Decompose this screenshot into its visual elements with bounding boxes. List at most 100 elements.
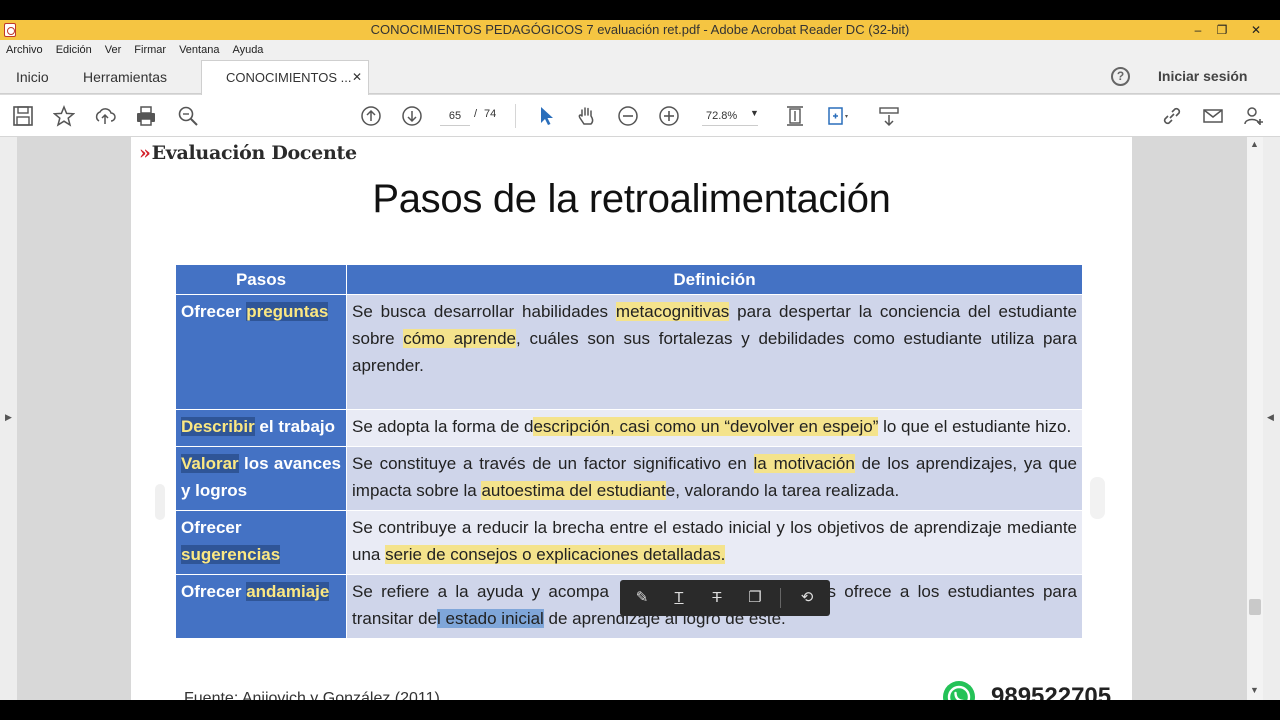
- definition-text: lo que el estudiante hizo.: [878, 417, 1072, 436]
- close-window-button[interactable]: ✕: [1242, 20, 1270, 40]
- highlighted-phrase: la motivación: [753, 454, 855, 473]
- upload-cloud-icon[interactable]: [94, 105, 116, 127]
- menu-edicion[interactable]: Edición: [56, 44, 92, 56]
- table-row: Valorar los avances y logros Se constituy…: [175, 446, 1083, 511]
- bookmark-star-icon[interactable]: [52, 105, 76, 127]
- left-panel-toggle[interactable]: ▶: [0, 137, 17, 700]
- print-icon[interactable]: [135, 105, 157, 127]
- menu-firmar[interactable]: Firmar: [134, 44, 166, 56]
- search-zoom-icon[interactable]: [177, 105, 199, 127]
- letterbox-bottom: [0, 700, 1280, 720]
- page-up-icon[interactable]: [360, 105, 382, 127]
- step-text: el trabajo: [254, 417, 336, 436]
- table-row: Ofrecer preguntas Se busca desarrollar ha…: [175, 294, 1083, 410]
- step-text: Ofrecer: [181, 582, 247, 601]
- email-icon[interactable]: [1202, 105, 1224, 127]
- definition-text: Se refiere a la ayuda y acompa: [352, 582, 609, 601]
- pdf-page[interactable]: »Evaluación Docente Pasos de la retroali…: [131, 137, 1132, 700]
- text-markup-toolbar: ✎ T T ❐ ⟲: [620, 580, 830, 616]
- menu-archivo[interactable]: Archivo: [6, 44, 43, 56]
- step-name-cell: Valorar los avances y logros: [175, 446, 347, 511]
- more-options-icon[interactable]: ⟲: [797, 588, 817, 608]
- tab-bar: Inicio Herramientas CONOCIMIENTOS ... ✕ …: [0, 60, 1280, 95]
- expand-right-icon[interactable]: ◀: [1267, 412, 1274, 423]
- highlighted-phrase: serie de consejos o explicaciones detall…: [385, 545, 726, 564]
- expand-left-icon[interactable]: ▶: [5, 412, 12, 423]
- zoom-in-icon[interactable]: [658, 105, 680, 127]
- save-icon[interactable]: [12, 105, 34, 127]
- highlight-pen-icon[interactable]: ✎: [632, 588, 652, 608]
- link-share-icon[interactable]: [1161, 105, 1183, 127]
- logo-text: Evaluación Docente: [151, 142, 357, 164]
- table-row: Describir el trabajo Se adopta la forma d…: [175, 409, 1083, 447]
- right-panel-toggle[interactable]: ◀: [1263, 137, 1280, 700]
- highlighted-phrase: autoestima del estudiant: [481, 481, 666, 500]
- definition-text: e, valorando la tarea realizada.: [665, 481, 900, 500]
- table-header-pasos: Pasos: [175, 264, 347, 295]
- select-pointer-icon[interactable]: [535, 105, 557, 127]
- step-definition-cell[interactable]: Se constituye a través de un factor sign…: [346, 446, 1083, 511]
- highlighted-phrase: escripción, casi como un “devolver en es…: [533, 417, 879, 436]
- table-row: Ofrecer sugerencias Se contribuye a reduc…: [175, 510, 1083, 575]
- page-down-icon[interactable]: [401, 105, 423, 127]
- step-keyword-highlight: Describir: [181, 417, 255, 436]
- highlighted-phrase: cómo aprende: [403, 329, 516, 348]
- page-nav-ghost-right: [1090, 477, 1105, 519]
- step-definition-cell[interactable]: Se busca desarrollar habilidades metacog…: [346, 294, 1083, 410]
- page-title: Pasos de la retroalimentación: [372, 177, 891, 221]
- step-name-cell: Describir el trabajo: [175, 409, 347, 447]
- chevron-down-icon[interactable]: ▼: [750, 108, 759, 118]
- menu-ayuda[interactable]: Ayuda: [232, 44, 263, 56]
- page-nav-ghost-left: [155, 484, 165, 520]
- step-name-cell: Ofrecer preguntas: [175, 294, 347, 410]
- copy-text-icon[interactable]: ❐: [745, 588, 765, 608]
- whatsapp-icon: [943, 681, 975, 700]
- step-keyword-highlight: andamiaje: [246, 582, 330, 601]
- phone-number: 989522705: [991, 683, 1112, 700]
- help-icon[interactable]: ?: [1111, 67, 1130, 86]
- title-bar: CONOCIMIENTOS PEDAGÓGICOS 7 evaluación r…: [0, 20, 1280, 40]
- vertical-scrollbar[interactable]: ▲ ▼: [1247, 137, 1263, 700]
- step-definition-cell[interactable]: Se contribuye a reducir la brecha entre …: [346, 510, 1083, 575]
- rotate-view-icon[interactable]: [826, 105, 848, 127]
- menu-ventana[interactable]: Ventana: [179, 44, 219, 56]
- step-text: Ofrecer: [181, 518, 242, 537]
- definition-text: Se adopta la forma de d: [352, 417, 534, 436]
- page-total: 74: [484, 108, 497, 120]
- menu-ver[interactable]: Ver: [105, 44, 122, 56]
- table-header-definicion: Definición: [346, 264, 1083, 295]
- hand-pan-icon[interactable]: [576, 105, 598, 127]
- definition-text: Se busca desarrollar habilidades: [352, 302, 616, 321]
- document-viewer[interactable]: ▶ »Evaluación Docente Pasos de la retroa…: [0, 137, 1280, 700]
- scrollbar-thumb[interactable]: [1249, 599, 1261, 615]
- scroll-up-icon[interactable]: ▲: [1250, 139, 1259, 149]
- evaluacion-docente-logo: »Evaluación Docente: [139, 142, 357, 164]
- step-keyword-highlight: preguntas: [246, 302, 329, 321]
- tab-document[interactable]: CONOCIMIENTOS ... ✕: [201, 60, 369, 95]
- strikethrough-text-icon[interactable]: T: [707, 588, 727, 608]
- close-tab-icon[interactable]: ✕: [352, 70, 362, 84]
- zoom-out-icon[interactable]: [617, 105, 639, 127]
- tab-home[interactable]: Inicio: [16, 69, 49, 85]
- main-toolbar: 65 / 74 72.8% ▼: [0, 95, 1280, 137]
- toolbar-divider: [515, 104, 516, 128]
- restore-button[interactable]: ❐: [1208, 20, 1236, 40]
- scroll-down-icon[interactable]: ▼: [1250, 685, 1259, 695]
- tab-tools[interactable]: Herramientas: [83, 69, 167, 85]
- step-name-cell: Ofrecer andamiaje: [175, 574, 347, 639]
- step-keyword-highlight: sugerencias: [181, 545, 281, 564]
- fit-page-icon[interactable]: [784, 105, 806, 127]
- definition-text: Se constituye a través de un factor sign…: [352, 454, 754, 473]
- tab-document-label: CONOCIMIENTOS ...: [226, 70, 352, 85]
- page-number-input[interactable]: 65: [440, 106, 470, 126]
- highlighted-phrase: metacognitivas: [615, 302, 730, 321]
- page-separator: /: [474, 108, 478, 120]
- signin-button[interactable]: Iniciar sesión: [1158, 68, 1247, 84]
- add-user-icon[interactable]: [1243, 105, 1265, 127]
- window-title: CONOCIMIENTOS PEDAGÓGICOS 7 evaluación r…: [370, 22, 910, 37]
- underline-text-icon[interactable]: T: [669, 588, 689, 608]
- step-name-cell: Ofrecer sugerencias: [175, 510, 347, 575]
- logo-chevrons: »: [139, 142, 151, 164]
- read-mode-icon[interactable]: [878, 105, 900, 127]
- step-definition-cell[interactable]: Se adopta la forma de descripción, casi …: [346, 409, 1083, 447]
